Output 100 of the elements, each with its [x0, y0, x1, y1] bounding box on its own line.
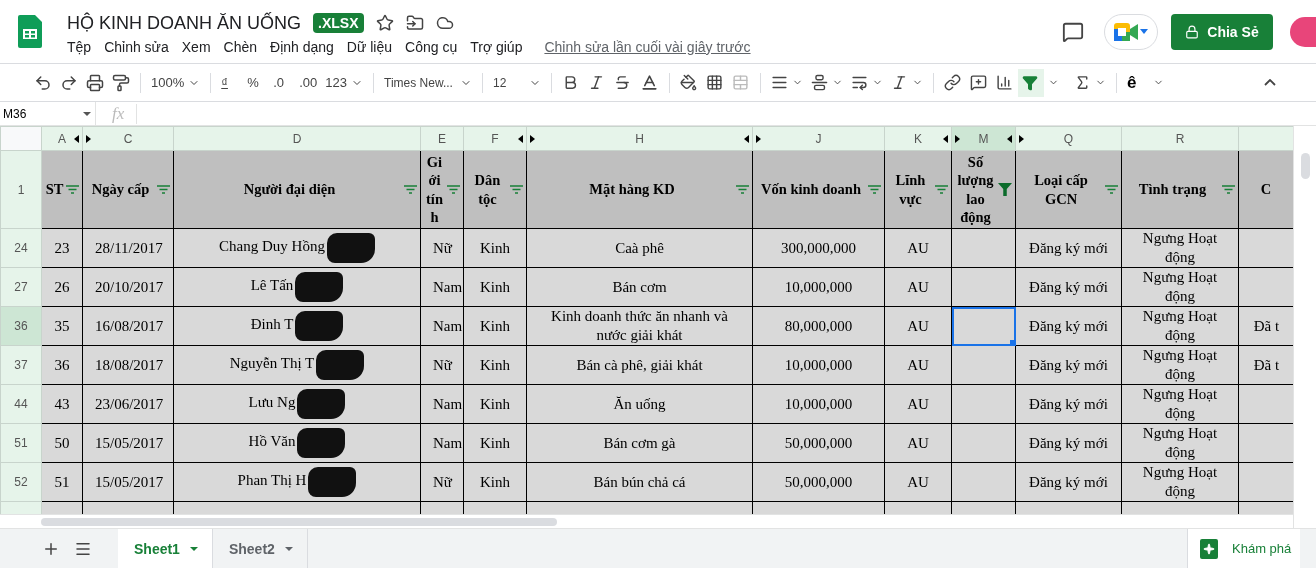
table-cell[interactable]: Đăng ký mới: [1015, 267, 1122, 307]
menu-item[interactable]: Trợ giúp: [470, 38, 523, 55]
table-cell[interactable]: Đăng ký mới: [1015, 228, 1122, 268]
table-cell[interactable]: [951, 267, 1016, 307]
percent-button[interactable]: %: [243, 68, 270, 97]
table-cell[interactable]: Phan Thị H: [173, 462, 421, 502]
font-size-dropdown[interactable]: 12: [489, 68, 546, 97]
table-cell[interactable]: 36: [41, 345, 83, 385]
font-dropdown[interactable]: Times New...: [380, 68, 477, 97]
table-cell[interactable]: 43: [41, 384, 83, 424]
table-cell[interactable]: [1238, 462, 1293, 502]
expand-arrow-icon[interactable]: [1007, 135, 1012, 143]
filter-lines-icon[interactable]: [66, 185, 79, 194]
sheet-tab[interactable]: Sheet1: [118, 529, 213, 568]
table-cell[interactable]: 26: [41, 267, 83, 307]
move-folder-icon[interactable]: [405, 14, 424, 32]
row-header[interactable]: 52: [0, 462, 42, 502]
menu-item[interactable]: Chỉnh sửa: [104, 38, 169, 55]
table-cell[interactable]: Ngưng Hoạt động: [1121, 384, 1239, 424]
table-cell[interactable]: 10,000,000: [752, 345, 885, 385]
horizontal-scrollbar[interactable]: [41, 517, 557, 526]
table-cell[interactable]: Đã t: [1238, 306, 1293, 346]
table-cell[interactable]: Lưu Ng: [173, 384, 421, 424]
expand-arrow-icon[interactable]: [74, 135, 79, 143]
table-cell[interactable]: Nữ: [420, 345, 464, 385]
expand-arrow-icon[interactable]: [518, 135, 523, 143]
menu-item[interactable]: Định dạng: [270, 38, 334, 55]
table-cell[interactable]: [951, 462, 1016, 502]
table-cell[interactable]: [951, 345, 1016, 385]
column-header[interactable]: C: [82, 126, 174, 151]
table-cell[interactable]: 23/06/2017: [82, 384, 174, 424]
table-cell[interactable]: [1238, 228, 1293, 268]
column-header[interactable]: A: [41, 126, 83, 151]
table-cell[interactable]: Kinh: [463, 345, 527, 385]
table-cell[interactable]: 23: [41, 228, 83, 268]
table-cell[interactable]: Hồ Văn: [173, 423, 421, 463]
currency-button[interactable]: ₫: [217, 68, 244, 97]
row-header[interactable]: 1: [0, 150, 42, 229]
avatar[interactable]: [1290, 16, 1316, 47]
table-cell[interactable]: Nữ: [420, 462, 464, 502]
vertical-scrollbar[interactable]: [1300, 153, 1310, 179]
table-cell[interactable]: Kinh: [463, 267, 527, 307]
column-header[interactable]: H: [526, 126, 753, 151]
column-header[interactable]: F: [463, 126, 527, 151]
last-edit-link[interactable]: Chỉnh sửa lần cuối vài giây trước: [544, 38, 751, 55]
menu-item[interactable]: Tệp: [67, 38, 92, 55]
table-cell[interactable]: 18/08/2017: [82, 345, 174, 385]
table-cell[interactable]: 50,000,000: [752, 423, 885, 463]
table-cell[interactable]: Ngưng Hoạt động: [1121, 267, 1239, 307]
table-cell[interactable]: Ngưng Hoạt động: [1121, 345, 1239, 385]
table-cell[interactable]: 28/11/2017: [82, 228, 174, 268]
row-header[interactable]: 37: [0, 345, 42, 385]
selected-cell[interactable]: [951, 306, 1016, 346]
table-cell[interactable]: Kinh: [463, 228, 527, 268]
row-header[interactable]: 44: [0, 384, 42, 424]
menu-item[interactable]: Xem: [181, 38, 211, 55]
table-cell[interactable]: 50,000,000: [752, 462, 885, 502]
menu-item[interactable]: Dữ liệu: [346, 38, 393, 55]
table-cell[interactable]: 20/10/2017: [82, 267, 174, 307]
increase-decimals-button[interactable]: .00: [295, 68, 322, 97]
table-cell[interactable]: [1238, 267, 1293, 307]
column-header[interactable]: R: [1121, 126, 1239, 151]
filter-lines-icon[interactable]: [447, 185, 460, 194]
decrease-decimals-button[interactable]: .0: [269, 68, 296, 97]
table-cell[interactable]: AU: [884, 423, 952, 463]
filter-lines-icon[interactable]: [404, 185, 417, 194]
table-cell[interactable]: Nam: [420, 267, 464, 307]
table-cell[interactable]: 80,000,000: [752, 306, 885, 346]
filter-lines-icon[interactable]: [935, 185, 948, 194]
table-cell[interactable]: 10,000,000: [752, 384, 885, 424]
table-cell[interactable]: 10,000,000: [752, 267, 885, 307]
table-cell[interactable]: AU: [884, 306, 952, 346]
table-cell[interactable]: [951, 228, 1016, 268]
table-cell[interactable]: Đăng ký mới: [1015, 384, 1122, 424]
row-header[interactable]: 36: [0, 306, 42, 346]
table-cell[interactable]: Bán cơm: [526, 267, 753, 307]
name-box[interactable]: M36: [0, 102, 96, 125]
table-cell[interactable]: 16/08/2017: [82, 306, 174, 346]
expand-arrow-icon[interactable]: [756, 135, 761, 143]
table-cell[interactable]: Ngưng Hoạt động: [1121, 306, 1239, 346]
row-header[interactable]: 24: [0, 228, 42, 268]
table-cell[interactable]: Đã t: [1238, 345, 1293, 385]
column-header[interactable]: D: [173, 126, 421, 151]
sheet-tab[interactable]: Sheet2: [212, 529, 308, 568]
explore-button[interactable]: Khám phá: [1187, 529, 1300, 568]
row-header[interactable]: 51: [0, 423, 42, 463]
column-header[interactable]: J: [752, 126, 885, 151]
table-cell[interactable]: Ngưng Hoạt động: [1121, 228, 1239, 268]
table-cell[interactable]: 50: [41, 423, 83, 463]
column-header[interactable]: E: [420, 126, 464, 151]
table-cell[interactable]: 51: [41, 462, 83, 502]
table-cell[interactable]: [951, 384, 1016, 424]
table-cell[interactable]: Đăng ký mới: [1015, 345, 1122, 385]
table-cell[interactable]: Đinh T: [173, 306, 421, 346]
table-cell[interactable]: Bán cà phê, giải khát: [526, 345, 753, 385]
table-cell[interactable]: 15/05/2017: [82, 423, 174, 463]
comments-icon[interactable]: [1062, 20, 1084, 43]
table-cell[interactable]: Bán cơm gà: [526, 423, 753, 463]
table-cell[interactable]: Kinh doanh thức ăn nhanh và nước giải khát: [526, 306, 753, 346]
filter-button[interactable]: [1018, 68, 1045, 97]
